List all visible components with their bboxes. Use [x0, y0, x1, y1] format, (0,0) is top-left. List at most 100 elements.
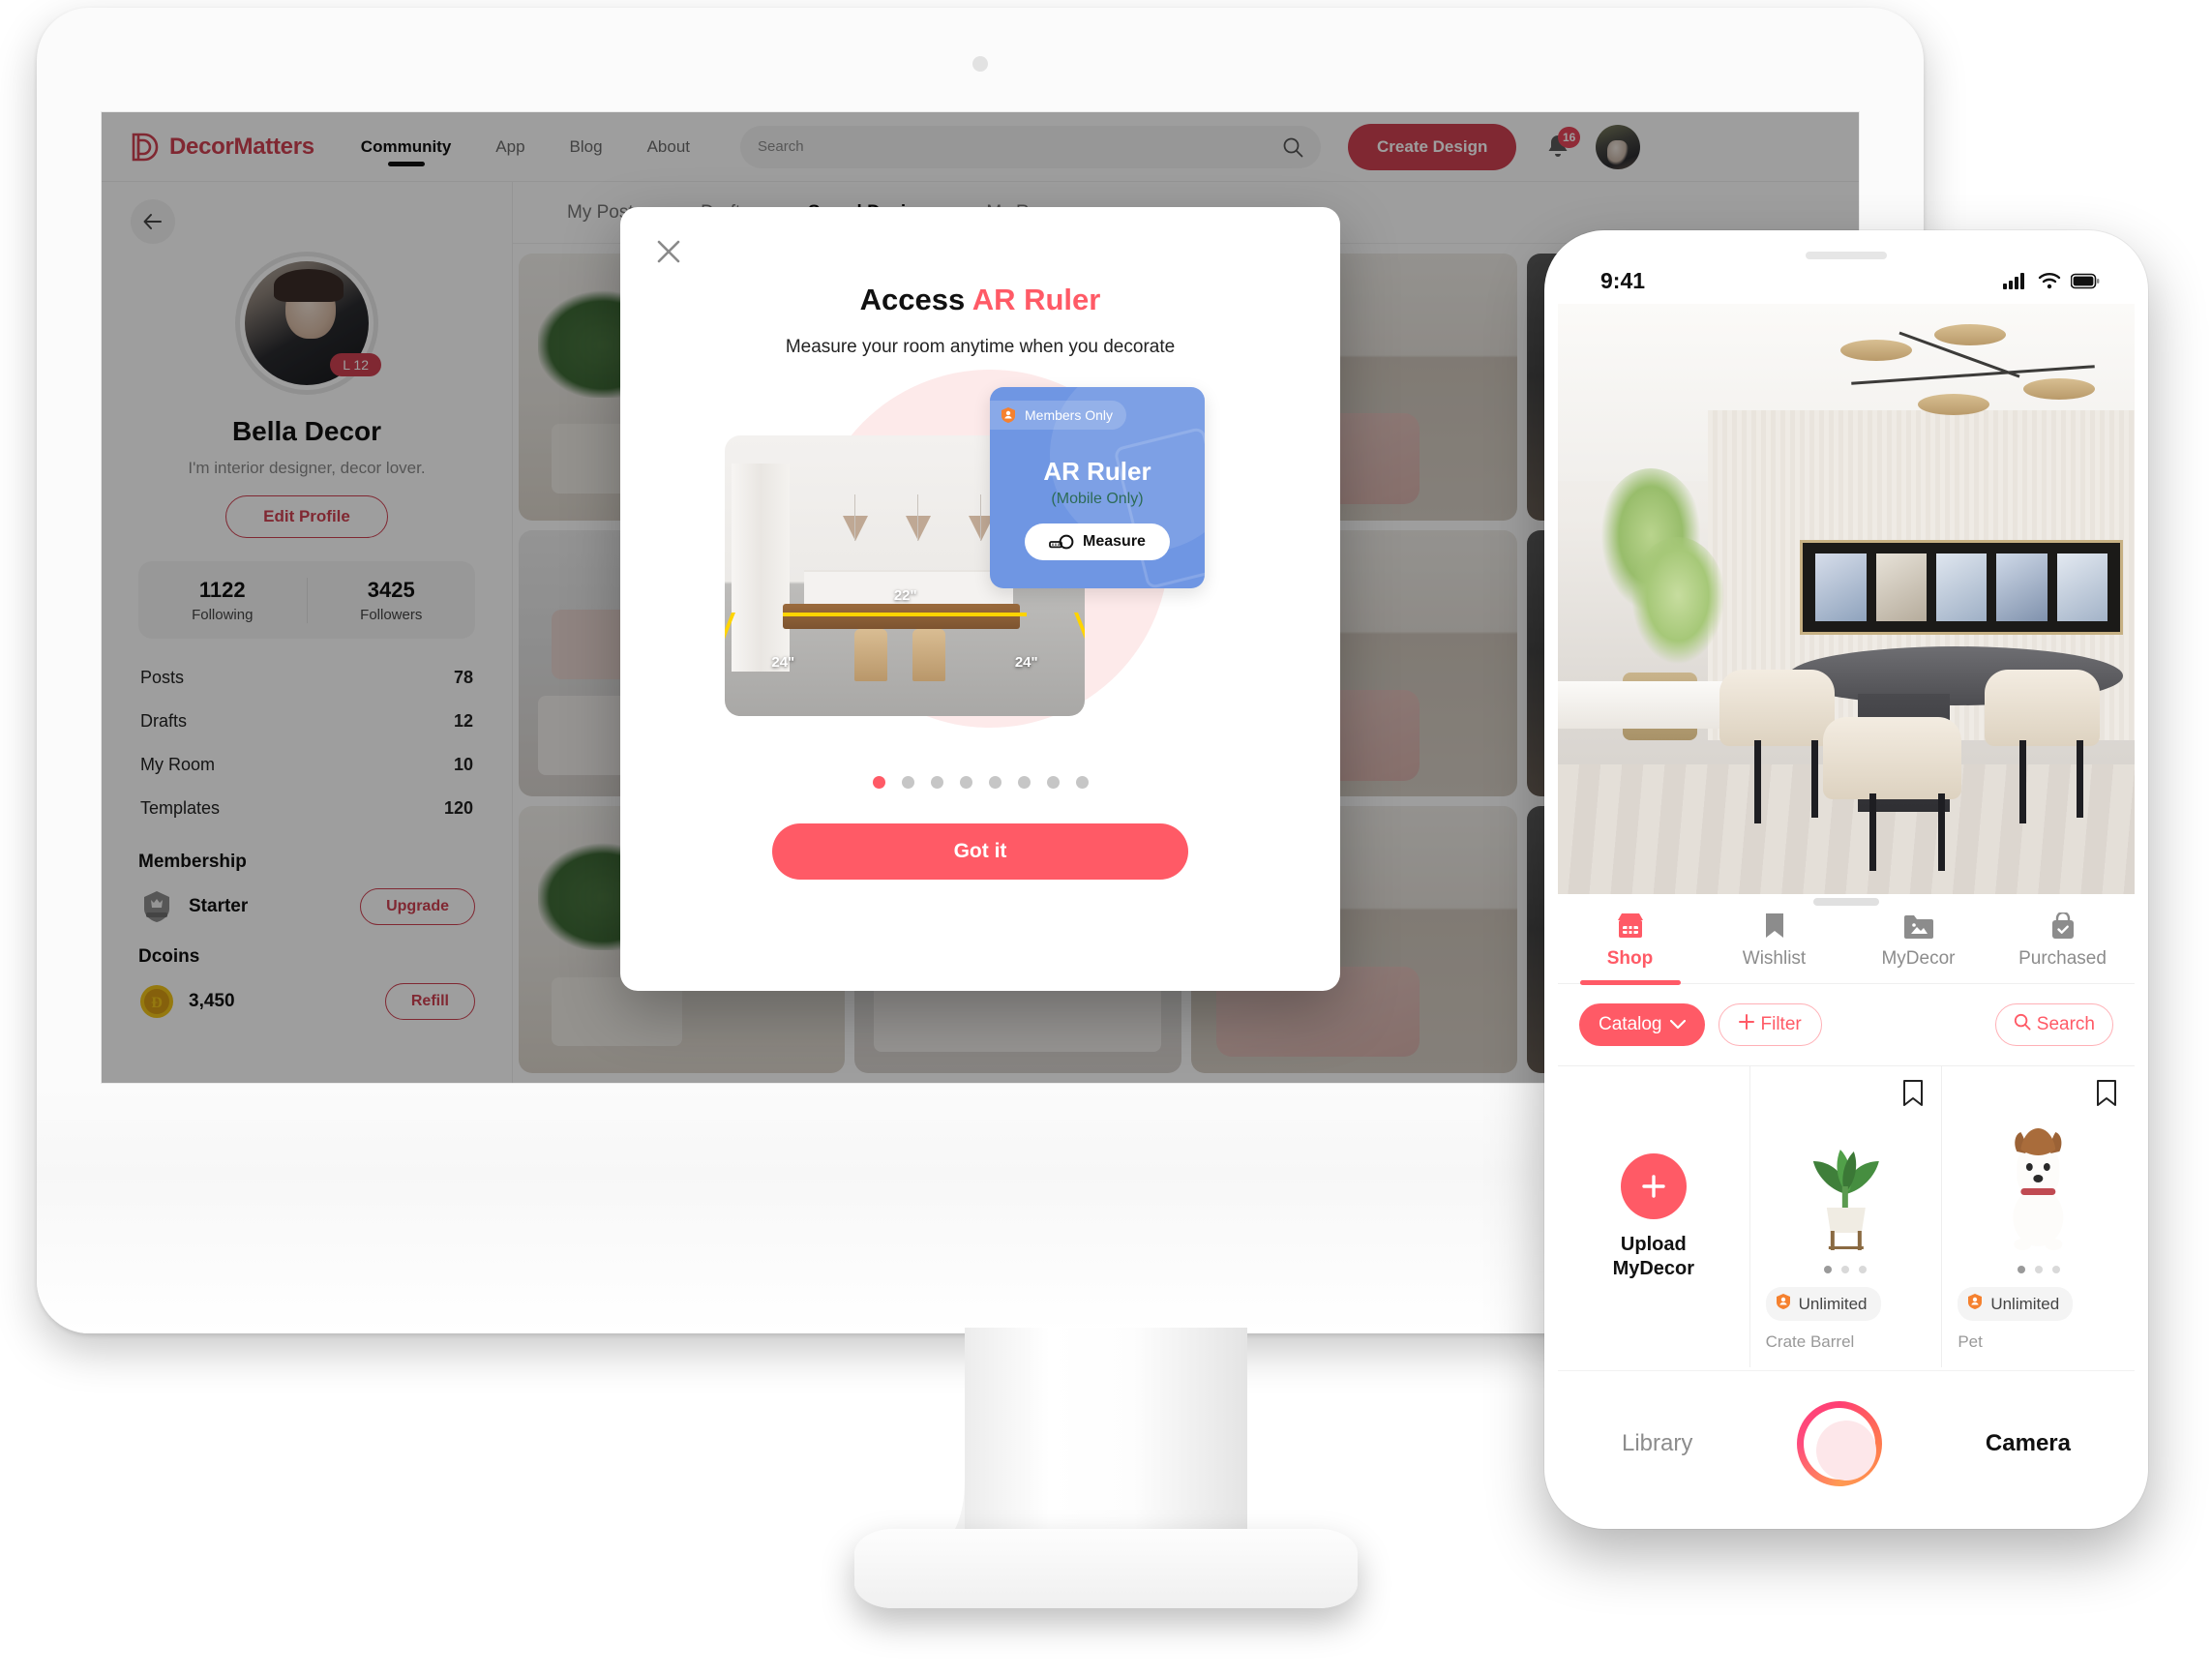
bookmark-icon[interactable] [2096, 1080, 2117, 1107]
ar-card-subtitle: (Mobile Only) [1051, 491, 1144, 507]
shop-tab-label: MyDecor [1881, 948, 1956, 969]
product-dot[interactable] [2017, 1266, 2025, 1273]
shutter-ring [1796, 1400, 1882, 1486]
plus-icon [1620, 1152, 1687, 1219]
camera-button[interactable]: Camera [1986, 1430, 2071, 1457]
camera-bottom-bar: Library Camera [1558, 1370, 2135, 1515]
ar-measurement-left: 24" [771, 654, 795, 672]
product-grid: Upload MyDecor Unlimited Crate Barrel Un… [1558, 1065, 2135, 1367]
wifi-icon [2038, 272, 2061, 289]
drag-handle[interactable] [1813, 898, 1879, 906]
product-name: Pet [1958, 1332, 1983, 1351]
ar-measurement-right: 24" [1014, 654, 1038, 672]
library-button[interactable]: Library [1622, 1430, 1692, 1457]
upload-label: Upload MyDecor [1613, 1233, 1694, 1281]
tape-measure-icon [1049, 534, 1074, 550]
carousel-dot[interactable] [930, 776, 943, 789]
modal-title-prefix: Access [859, 283, 972, 316]
shop-tab-wishlist[interactable]: Wishlist [1702, 912, 1846, 983]
product-cell-pet[interactable]: Unlimited Pet [1942, 1066, 2135, 1367]
phone-device: 9:41 Shop Wishlist MyDecor Purchased Cat… [1544, 230, 2148, 1529]
unlimited-label: Unlimited [1798, 1294, 1868, 1313]
shop-tab-purchased[interactable]: Purchased [1990, 912, 2135, 983]
bookmark-icon [1702, 912, 1846, 941]
monitor-camera-icon [972, 56, 988, 72]
filter-row: Catalog Filter Search [1558, 984, 2135, 1065]
product-dot[interactable] [2034, 1266, 2043, 1273]
carousel-dot[interactable] [872, 776, 885, 789]
upload-mydecor-cell[interactable]: Upload MyDecor [1558, 1066, 1750, 1367]
shop-tabs: Shop Wishlist MyDecor Purchased [1558, 912, 2135, 985]
carousel-dot[interactable] [1046, 776, 1060, 789]
ar-ruler-illustration: 22" 24" 24" Members Only AR Ruler (Mobil… [620, 370, 1340, 766]
unlimited-badge: Unlimited [1958, 1287, 2074, 1321]
signal-icon [2003, 272, 2028, 289]
product-dots [1958, 1266, 2119, 1273]
product-dots [1766, 1266, 1927, 1273]
carousel-dot[interactable] [1017, 776, 1031, 789]
carousel-dot[interactable] [988, 776, 1001, 789]
modal-title-accent: AR Ruler [971, 283, 1101, 316]
shop-tab-shop[interactable]: Shop [1558, 912, 1702, 985]
members-only-badge: Members Only [990, 401, 1127, 430]
carousel-dots [620, 776, 1340, 789]
carousel-dot[interactable] [901, 776, 914, 789]
ar-measurement-top: 22" [893, 586, 917, 604]
members-badge-icon [1000, 406, 1017, 424]
status-time: 9:41 [1600, 267, 1646, 293]
plus-icon [1738, 1014, 1754, 1035]
photo-folder-icon [1846, 912, 1990, 941]
close-icon[interactable] [649, 232, 688, 271]
room-hero-photo[interactable] [1558, 304, 2135, 894]
shopping-bag-check-icon [1990, 912, 2135, 941]
carousel-dot[interactable] [1075, 776, 1089, 789]
measure-button[interactable]: Measure [1025, 523, 1170, 560]
product-dot[interactable] [2051, 1266, 2060, 1273]
store-icon [1558, 912, 1702, 941]
upload-label-line2: MyDecor [1612, 1257, 1695, 1279]
battery-icon [2070, 273, 2100, 289]
modal-title: Access AR Ruler [620, 283, 1340, 317]
shop-search-button[interactable]: Search [1994, 1003, 2113, 1046]
catalog-dropdown-button[interactable]: Catalog [1579, 1003, 1705, 1046]
shop-tab-mydecor[interactable]: MyDecor [1846, 912, 1990, 983]
shop-search-label: Search [2036, 1014, 2095, 1034]
bookmark-icon[interactable] [1902, 1080, 1924, 1107]
monitor-stand-base [854, 1529, 1358, 1608]
catalog-label: Catalog [1599, 1014, 1662, 1034]
ar-card-title: AR Ruler [1043, 457, 1151, 486]
phone-speaker [1806, 252, 1887, 259]
product-image-puppy [1958, 1111, 2119, 1256]
unlimited-badge: Unlimited [1765, 1287, 1881, 1321]
filter-label: Filter [1760, 1014, 1802, 1034]
shop-tab-label: Wishlist [1742, 948, 1807, 969]
product-dot[interactable] [1841, 1266, 1850, 1273]
members-badge-icon [1775, 1293, 1792, 1315]
shop-tab-label: Purchased [2018, 948, 2107, 969]
members-badge-icon [1966, 1293, 1984, 1315]
search-icon [2014, 1013, 2031, 1036]
product-name: Crate Barrel [1765, 1332, 1855, 1351]
monitor-stand-neck [930, 1328, 1247, 1550]
ar-ruler-card: Members Only AR Ruler (Mobile Only) Meas… [990, 387, 1205, 588]
chevron-down-icon [1669, 1014, 1686, 1035]
product-dot[interactable] [1824, 1266, 1833, 1273]
modal-subtitle: Measure your room anytime when you decor… [785, 337, 1176, 357]
shop-tab-label: Shop [1606, 948, 1654, 969]
got-it-button[interactable]: Got it [772, 823, 1188, 880]
measure-label: Measure [1083, 533, 1146, 550]
shutter-core [1815, 1420, 1876, 1481]
product-image-potted-plant [1766, 1111, 1927, 1256]
unlimited-label: Unlimited [1990, 1294, 2060, 1313]
shutter-button[interactable] [1796, 1400, 1882, 1486]
status-icons [2003, 272, 2100, 289]
shutter-inner [1803, 1407, 1876, 1481]
members-only-label: Members Only [1025, 407, 1114, 423]
carousel-dot[interactable] [959, 776, 972, 789]
product-cell-plant[interactable]: Unlimited Crate Barrel [1750, 1066, 1943, 1367]
upload-label-line1: Upload [1620, 1233, 1687, 1255]
phone-screen: 9:41 Shop Wishlist MyDecor Purchased Cat… [1558, 244, 2135, 1515]
product-dot[interactable] [1859, 1266, 1868, 1273]
filter-button[interactable]: Filter [1718, 1003, 1822, 1046]
ar-ruler-modal: Access AR Ruler Measure your room anytim… [620, 207, 1340, 991]
